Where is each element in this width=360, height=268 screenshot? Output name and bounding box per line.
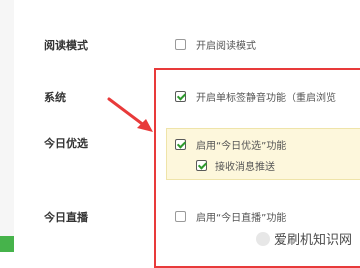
today-picks-option-text: 启用“今日优选”功能 — [196, 141, 287, 152]
system-mute-checkbox[interactable] — [175, 91, 186, 102]
today-live-option-text: 启用“今日直播”功能 — [196, 213, 287, 224]
today-live-checkbox[interactable] — [175, 211, 186, 222]
today-live-label: 今日直播 — [44, 211, 88, 224]
system-mute-option[interactable]: 开启单标签静音功能（重启浏览 — [175, 89, 336, 104]
left-sidebar-stripe — [0, 0, 14, 252]
receive-push-option-text: 接收消息推送 — [215, 162, 275, 173]
today-picks-option[interactable]: 启用“今日优选”功能 — [175, 137, 286, 152]
red-arrow-icon — [107, 97, 153, 132]
reading-mode-checkbox[interactable] — [175, 39, 186, 50]
today-live-option[interactable]: 启用“今日直播”功能 — [175, 209, 286, 224]
receive-push-option[interactable]: 接收消息推送 — [196, 158, 275, 173]
reading-mode-option-text: 开启阅读模式 — [196, 41, 256, 52]
system-label: 系统 — [44, 91, 66, 104]
reading-mode-label: 阅读模式 — [44, 39, 88, 52]
watermark-text: 爱刷机知识网 — [273, 233, 352, 248]
watermark-logo-icon — [255, 231, 270, 246]
today-picks-label: 今日优选 — [44, 137, 88, 150]
receive-push-checkbox[interactable] — [196, 160, 207, 171]
reading-mode-option[interactable]: 开启阅读模式 — [175, 37, 256, 52]
today-picks-checkbox[interactable] — [175, 139, 186, 150]
watermark: 爱刷机知识网 — [251, 227, 356, 250]
system-mute-option-text: 开启单标签静音功能（重启浏览 — [196, 93, 336, 104]
sidebar-green-tab[interactable] — [0, 236, 14, 252]
